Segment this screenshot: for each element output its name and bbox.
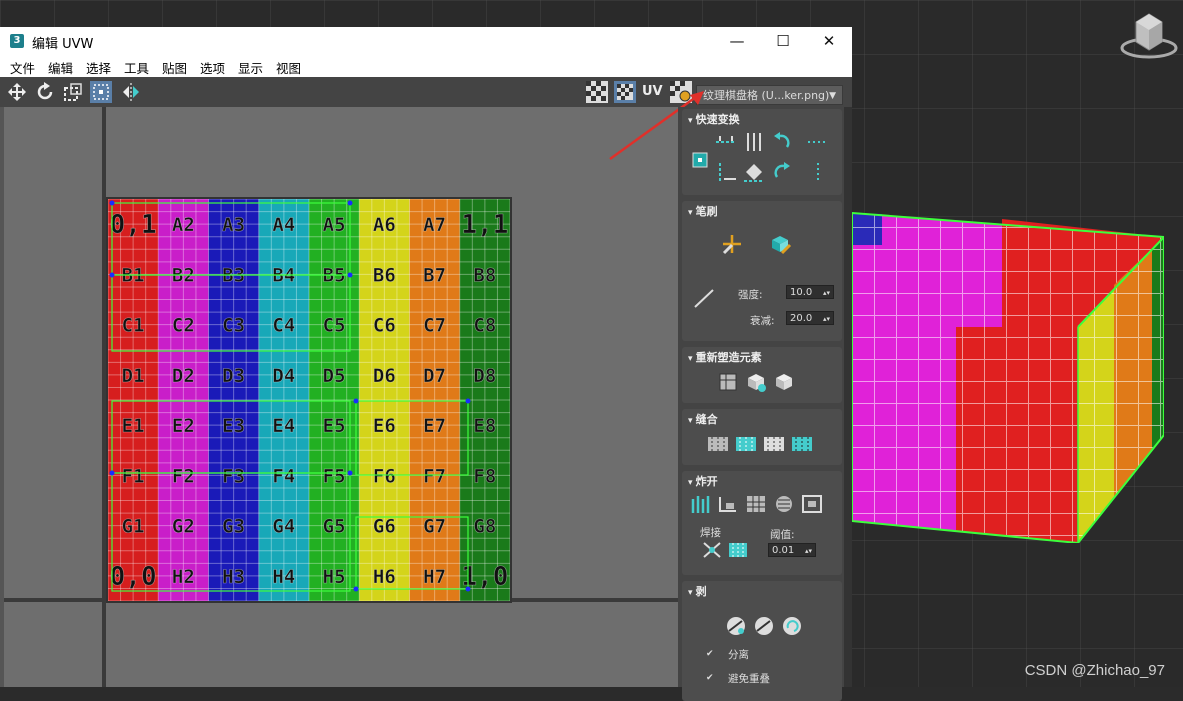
weld-selected-icon[interactable]	[700, 539, 724, 561]
maximize-button[interactable]: ☐	[760, 27, 806, 55]
mirror-icon[interactable]	[120, 81, 142, 103]
quick-peel-icon[interactable]	[724, 615, 748, 637]
explode-title[interactable]: 炸开	[688, 473, 718, 489]
rotate-icon[interactable]	[34, 81, 56, 103]
brush-title[interactable]: 笔刷	[688, 203, 718, 219]
app-icon: 3	[10, 34, 24, 48]
flatten-by-smoothing-icon[interactable]	[772, 493, 796, 515]
stitch-custom-icon[interactable]	[706, 433, 730, 455]
relax-cube-icon[interactable]	[772, 371, 796, 393]
menu-file[interactable]: 文件	[10, 58, 35, 77]
paint-move-icon[interactable]	[720, 233, 744, 255]
align-vertical-icon[interactable]	[742, 131, 766, 153]
threshold-label: 阈值:	[770, 529, 795, 541]
reshape-elements-section: 重新塑造元素	[682, 347, 842, 403]
threshold-value: 0.01	[772, 545, 795, 556]
space-vertical-icon[interactable]	[806, 161, 830, 183]
peel-mode-icon[interactable]	[752, 615, 776, 637]
relax-icon[interactable]	[744, 371, 768, 393]
menu-display[interactable]: 显示	[238, 58, 263, 77]
peel-title[interactable]: 剥	[688, 583, 707, 599]
peel-section: 剥 ✔ 分离 ✔ 避免重叠	[682, 581, 842, 701]
threshold-spinner[interactable]: 0.01 ▴▾	[768, 543, 816, 557]
minimize-button[interactable]: —	[714, 27, 760, 55]
spinner-arrows-icon[interactable]: ▴▾	[823, 286, 830, 300]
uv-island-outlines[interactable]	[106, 197, 510, 601]
space-horizontal-icon[interactable]	[806, 131, 830, 153]
menu-select[interactable]: 选择	[86, 58, 111, 77]
quick-transform-section: 快速变换	[682, 109, 842, 195]
relax-brush-icon[interactable]	[768, 233, 792, 255]
brush-stroke-icon[interactable]	[692, 287, 716, 309]
scale-icon[interactable]	[62, 81, 84, 103]
title-bar[interactable]: 3 编辑 UVW — ☐ ✕	[0, 27, 852, 55]
rotate-cw-icon[interactable]	[770, 161, 794, 183]
flatten-by-material-icon[interactable]	[800, 493, 824, 515]
menu-edit[interactable]: 编辑	[48, 58, 73, 77]
stitch-to-source-icon[interactable]	[734, 433, 758, 455]
window-title: 编辑 UVW	[32, 37, 94, 52]
rotate-ccw-icon[interactable]	[770, 131, 794, 153]
align-to-edge-icon[interactable]	[714, 161, 738, 183]
stitch-section: 缝合	[682, 409, 842, 465]
viewcube-icon[interactable]	[1118, 8, 1180, 64]
chevron-down-icon: ▼	[829, 91, 836, 101]
strength-label: 强度:	[738, 289, 763, 301]
menu-bar: 文件 编辑 选择 工具 贴图 选项 显示 视图	[0, 55, 852, 77]
reshape-elements-title[interactable]: 重新塑造元素	[688, 349, 762, 365]
spinner-arrows-icon[interactable]: ▴▾	[823, 312, 830, 326]
brush-section: 笔刷 强度: 10.0 ▴▾ 衰减: 20.0 ▴▾	[682, 201, 842, 341]
pivot-icon[interactable]	[688, 149, 712, 171]
weld-label: 焊接	[700, 527, 721, 539]
explode-section: 炸开 焊接 阈值: 0.01 ▴▾	[682, 471, 842, 575]
panel-scrollbar[interactable]	[844, 107, 852, 687]
stitch-average-icon[interactable]	[762, 433, 786, 455]
reset-peel-icon[interactable]	[780, 615, 804, 637]
falloff-label: 衰减:	[750, 315, 775, 327]
menu-options[interactable]: 选项	[200, 58, 225, 77]
spinner-arrows-icon[interactable]: ▴▾	[805, 544, 812, 558]
watermark: CSDN @Zhichao_97	[1024, 662, 1165, 679]
avoid-overlap-checkbox[interactable]: ✔	[706, 673, 716, 683]
falloff-value: 20.0	[790, 313, 813, 324]
uv-command-panel: 快速变换 笔刷 强度: 10.0 ▴▾ 衰减: 20.0 ▴▾	[678, 107, 848, 701]
detach-icon[interactable]	[716, 493, 740, 515]
texture-dropdown[interactable]: 纹理棋盘格 (U...ker.png) ▼	[696, 85, 843, 105]
close-button[interactable]: ✕	[806, 27, 852, 55]
texture-dropdown-value: 纹理棋盘格 (U...ker.png)	[703, 89, 830, 102]
textured-box-mesh[interactable]	[852, 205, 1164, 543]
detach-checkbox[interactable]: ✔	[706, 649, 716, 659]
straighten-selection-icon[interactable]	[716, 371, 740, 393]
straighten-icon[interactable]	[742, 161, 766, 183]
menu-view[interactable]: 视图	[276, 58, 301, 77]
falloff-spinner[interactable]: 20.0 ▴▾	[786, 311, 834, 325]
stitch-title[interactable]: 缝合	[688, 411, 718, 427]
stitch-to-target-icon[interactable]	[790, 433, 814, 455]
freeform-icon[interactable]	[90, 81, 112, 103]
menu-mapping[interactable]: 贴图	[162, 58, 187, 77]
edit-uvw-window: 3 编辑 UVW — ☐ ✕ 文件 编辑 选择 工具 贴图 选项 显示 视图 U…	[0, 27, 852, 701]
menu-tools[interactable]: 工具	[124, 58, 149, 77]
avoid-overlap-label: 避免重叠	[728, 673, 770, 685]
align-horizontal-icon[interactable]	[714, 131, 738, 153]
strength-value: 10.0	[790, 287, 813, 298]
strength-spinner[interactable]: 10.0 ▴▾	[786, 285, 834, 299]
move-icon[interactable]	[6, 81, 28, 103]
quick-transform-title[interactable]: 快速变换	[688, 111, 740, 127]
break-icon[interactable]	[688, 493, 712, 515]
detach-label: 分离	[728, 649, 749, 661]
weld-target-icon[interactable]	[726, 539, 750, 561]
flatten-icon[interactable]	[744, 493, 768, 515]
